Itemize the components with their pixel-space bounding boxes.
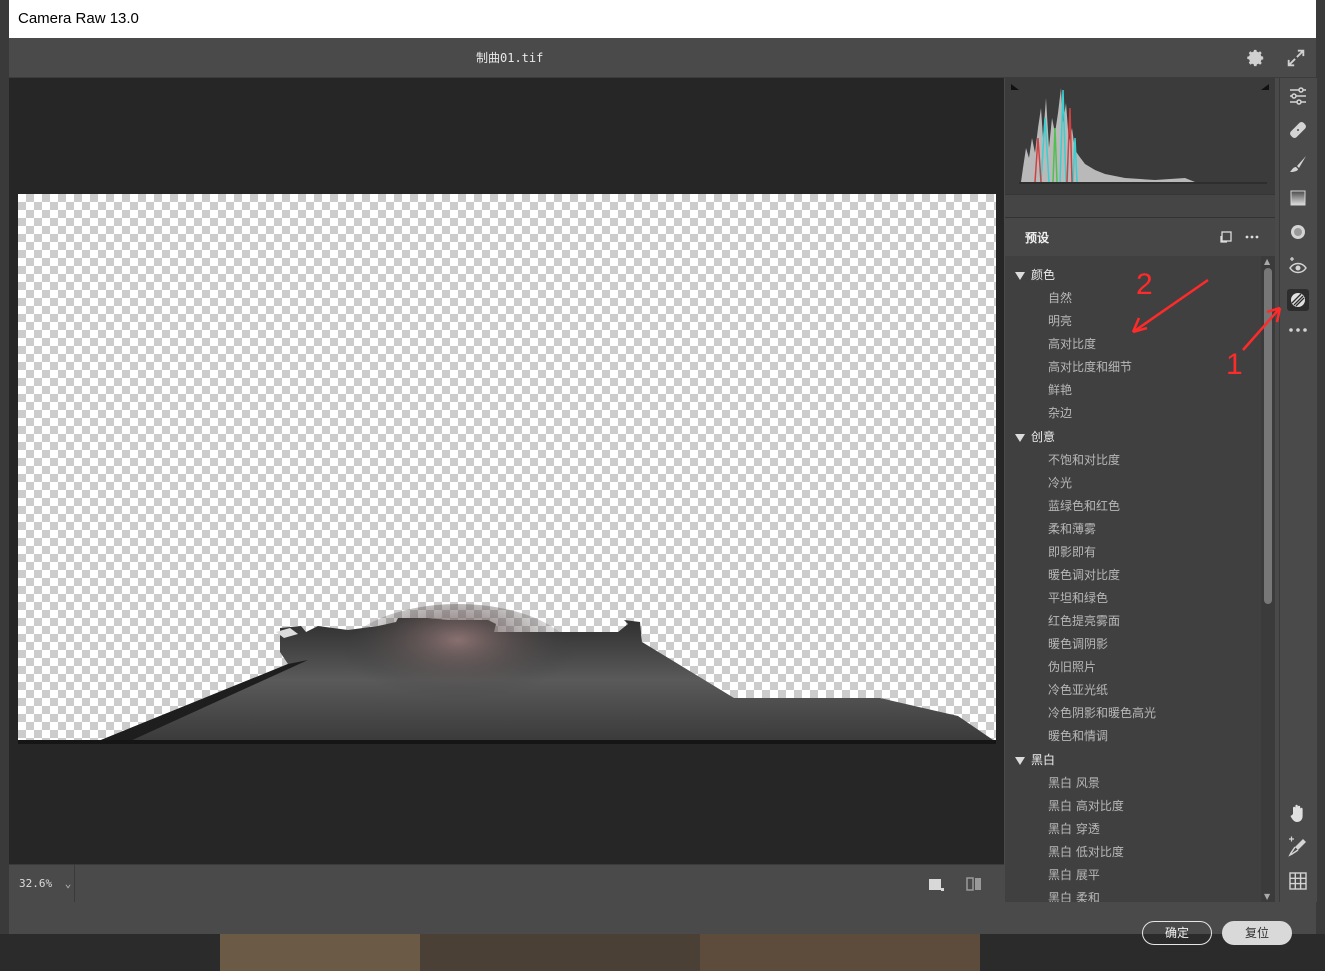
- preset-item[interactable]: 冷光: [1048, 472, 1072, 494]
- preset-item[interactable]: 冷色阴影和暖色高光: [1048, 702, 1156, 724]
- preset-item[interactable]: 黑白 展平: [1048, 864, 1100, 886]
- preset-item[interactable]: 黑白 风景: [1048, 772, 1100, 794]
- preset-item[interactable]: 鲜艳: [1048, 379, 1072, 401]
- footer: 确定 复位: [9, 902, 1316, 945]
- ok-button[interactable]: 确定: [1142, 921, 1212, 945]
- ground-render: [18, 604, 996, 744]
- annotation-number-1: 1: [1226, 348, 1243, 381]
- preset-group-bw[interactable]: 黑白: [1005, 749, 1055, 771]
- window-title: Camera Raw 13.0: [9, 0, 1316, 38]
- before-after-view-icon[interactable]: [965, 876, 983, 892]
- file-name: 制曲01.tif: [476, 51, 544, 65]
- healing-brush-icon[interactable]: [1287, 119, 1309, 141]
- color-sampler-icon[interactable]: [1287, 836, 1309, 858]
- preset-item[interactable]: 暖色和情调: [1048, 725, 1108, 747]
- top-bar: 制曲01.tif: [9, 38, 1316, 78]
- preset-item[interactable]: 伪旧照片: [1048, 656, 1096, 678]
- preset-item[interactable]: 红色提亮雾面: [1048, 610, 1120, 632]
- presets-title: 预设: [1025, 231, 1050, 245]
- image-canvas[interactable]: [9, 78, 1004, 864]
- preset-item[interactable]: 黑白 柔和: [1048, 887, 1100, 902]
- preset-item[interactable]: 柔和薄雾: [1048, 518, 1096, 540]
- preset-item[interactable]: 黑白 低对比度: [1048, 841, 1124, 863]
- preset-item[interactable]: 即影即有: [1048, 541, 1096, 563]
- graduated-filter-icon[interactable]: [1287, 187, 1309, 209]
- radial-filter-icon[interactable]: [1287, 221, 1309, 243]
- image-preview[interactable]: [18, 194, 996, 744]
- zoom-level: 32.6%: [19, 877, 53, 890]
- preset-item[interactable]: 黑白 高对比度: [1048, 795, 1124, 817]
- tool-strip: [1279, 78, 1317, 902]
- preset-item[interactable]: 冷色亚光纸: [1048, 679, 1108, 701]
- triangle-down-icon: [1015, 433, 1025, 442]
- annotation-number-2: 2: [1136, 268, 1153, 301]
- preset-item[interactable]: 高对比度: [1048, 333, 1096, 355]
- preset-group-color[interactable]: 颜色: [1005, 264, 1055, 286]
- preset-group-creative[interactable]: 创意: [1005, 426, 1055, 448]
- preset-item[interactable]: 自然: [1048, 287, 1072, 309]
- camera-raw-window: Camera Raw 13.0 制曲01.tif 32.6% ⌄ 预设 颜色 自…: [9, 0, 1317, 945]
- preset-item[interactable]: 暖色调阴影: [1048, 633, 1108, 655]
- single-view-icon[interactable]: [927, 876, 945, 892]
- scroll-up-icon[interactable]: ▲: [1264, 257, 1270, 266]
- preset-item[interactable]: 暖色调对比度: [1048, 564, 1120, 586]
- triangle-down-icon: [1015, 271, 1025, 280]
- preset-item[interactable]: 杂边: [1048, 402, 1072, 424]
- chevron-down-icon: ⌄: [64, 877, 72, 890]
- preset-item[interactable]: 明亮: [1048, 310, 1072, 332]
- reset-button[interactable]: 复位: [1222, 921, 1292, 945]
- hand-icon[interactable]: [1287, 802, 1309, 824]
- background-app-bottom: [0, 934, 1325, 971]
- adjustment-brush-icon[interactable]: [1287, 153, 1309, 175]
- gear-icon[interactable]: [1244, 47, 1266, 69]
- more-options-icon[interactable]: [1245, 230, 1259, 244]
- background-app-right: [1316, 0, 1325, 971]
- background-app-left: [0, 0, 9, 971]
- zoom-level-dropdown[interactable]: 32.6% ⌄: [9, 865, 75, 903]
- bottom-bar: 32.6% ⌄: [9, 864, 1004, 903]
- presets-header: 预设: [1005, 217, 1275, 257]
- fullscreen-icon[interactable]: [1285, 47, 1307, 69]
- edit-sliders-icon[interactable]: [1287, 85, 1309, 107]
- scroll-down-icon[interactable]: ▼: [1264, 892, 1270, 901]
- preset-item[interactable]: 不饱和对比度: [1048, 449, 1120, 471]
- preset-item[interactable]: 黑白 穿透: [1048, 818, 1100, 840]
- new-preset-icon[interactable]: [1219, 230, 1233, 244]
- triangle-down-icon: [1015, 756, 1025, 765]
- grid-icon[interactable]: [1287, 870, 1309, 892]
- shadow-clipping-icon[interactable]: [1011, 84, 1019, 90]
- preset-item[interactable]: 蓝绿色和红色: [1048, 495, 1120, 517]
- histogram: [1005, 78, 1275, 194]
- histogram-info-strip: [1005, 194, 1275, 217]
- highlight-clipping-icon[interactable]: [1261, 84, 1269, 90]
- preset-item[interactable]: 平坦和绿色: [1048, 587, 1108, 609]
